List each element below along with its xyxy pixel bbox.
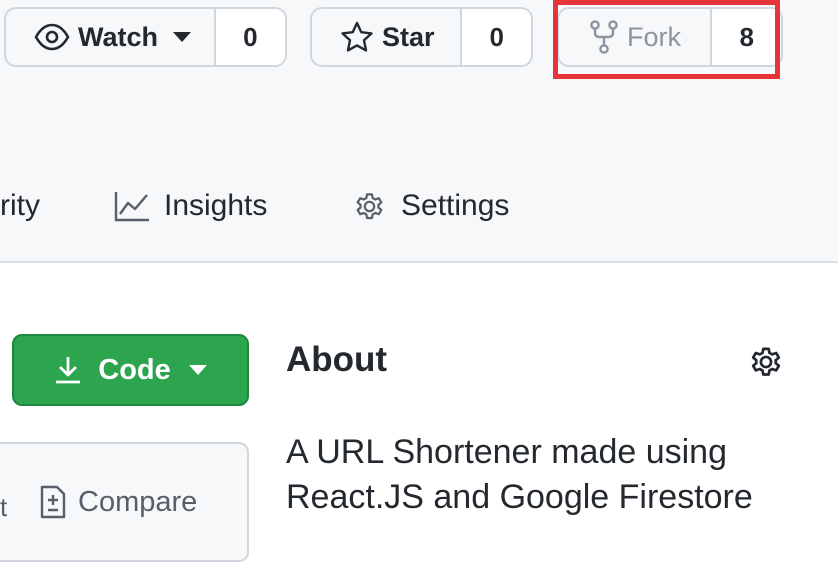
watch-button-group: Watch 0 — [4, 7, 287, 67]
file-panel-partial-text: t — [0, 492, 8, 522]
compare-label: Compare — [78, 485, 198, 518]
tab-insights[interactable]: Insights — [114, 184, 267, 228]
code-button-label: Code — [98, 353, 171, 386]
star-count[interactable]: 0 — [460, 9, 531, 65]
star-button[interactable]: Star — [312, 9, 460, 65]
gear-icon — [352, 189, 387, 224]
star-label: Star — [382, 21, 435, 52]
tab-security-label: rity — [0, 189, 40, 222]
tab-settings-label: Settings — [401, 189, 510, 222]
about-description: A URL Shortener made using React.JS and … — [286, 433, 753, 516]
chevron-down-icon — [173, 32, 191, 42]
watch-count[interactable]: 0 — [213, 9, 285, 65]
star-icon — [340, 21, 374, 53]
chevron-down-icon — [188, 365, 207, 375]
code-button[interactable]: Code — [12, 334, 249, 406]
tab-insights-label: Insights — [164, 189, 268, 222]
file-diff-icon — [38, 484, 68, 520]
about-title: About — [286, 340, 388, 379]
watch-label: Watch — [78, 21, 158, 52]
tab-security[interactable]: rity — [0, 184, 40, 228]
compare-link[interactable]: Compare — [38, 484, 197, 520]
fork-highlight-box — [553, 0, 780, 79]
eye-icon — [34, 22, 70, 52]
repo-header: Watch 0 Star 0 Fork 8 rity Insights Sett… — [0, 0, 838, 263]
watch-button[interactable]: Watch — [6, 9, 214, 65]
tab-settings[interactable]: Settings — [352, 184, 509, 228]
download-icon — [54, 355, 82, 385]
gear-icon[interactable] — [747, 343, 785, 386]
star-button-group: Star 0 — [310, 7, 533, 67]
graph-icon — [114, 190, 150, 222]
